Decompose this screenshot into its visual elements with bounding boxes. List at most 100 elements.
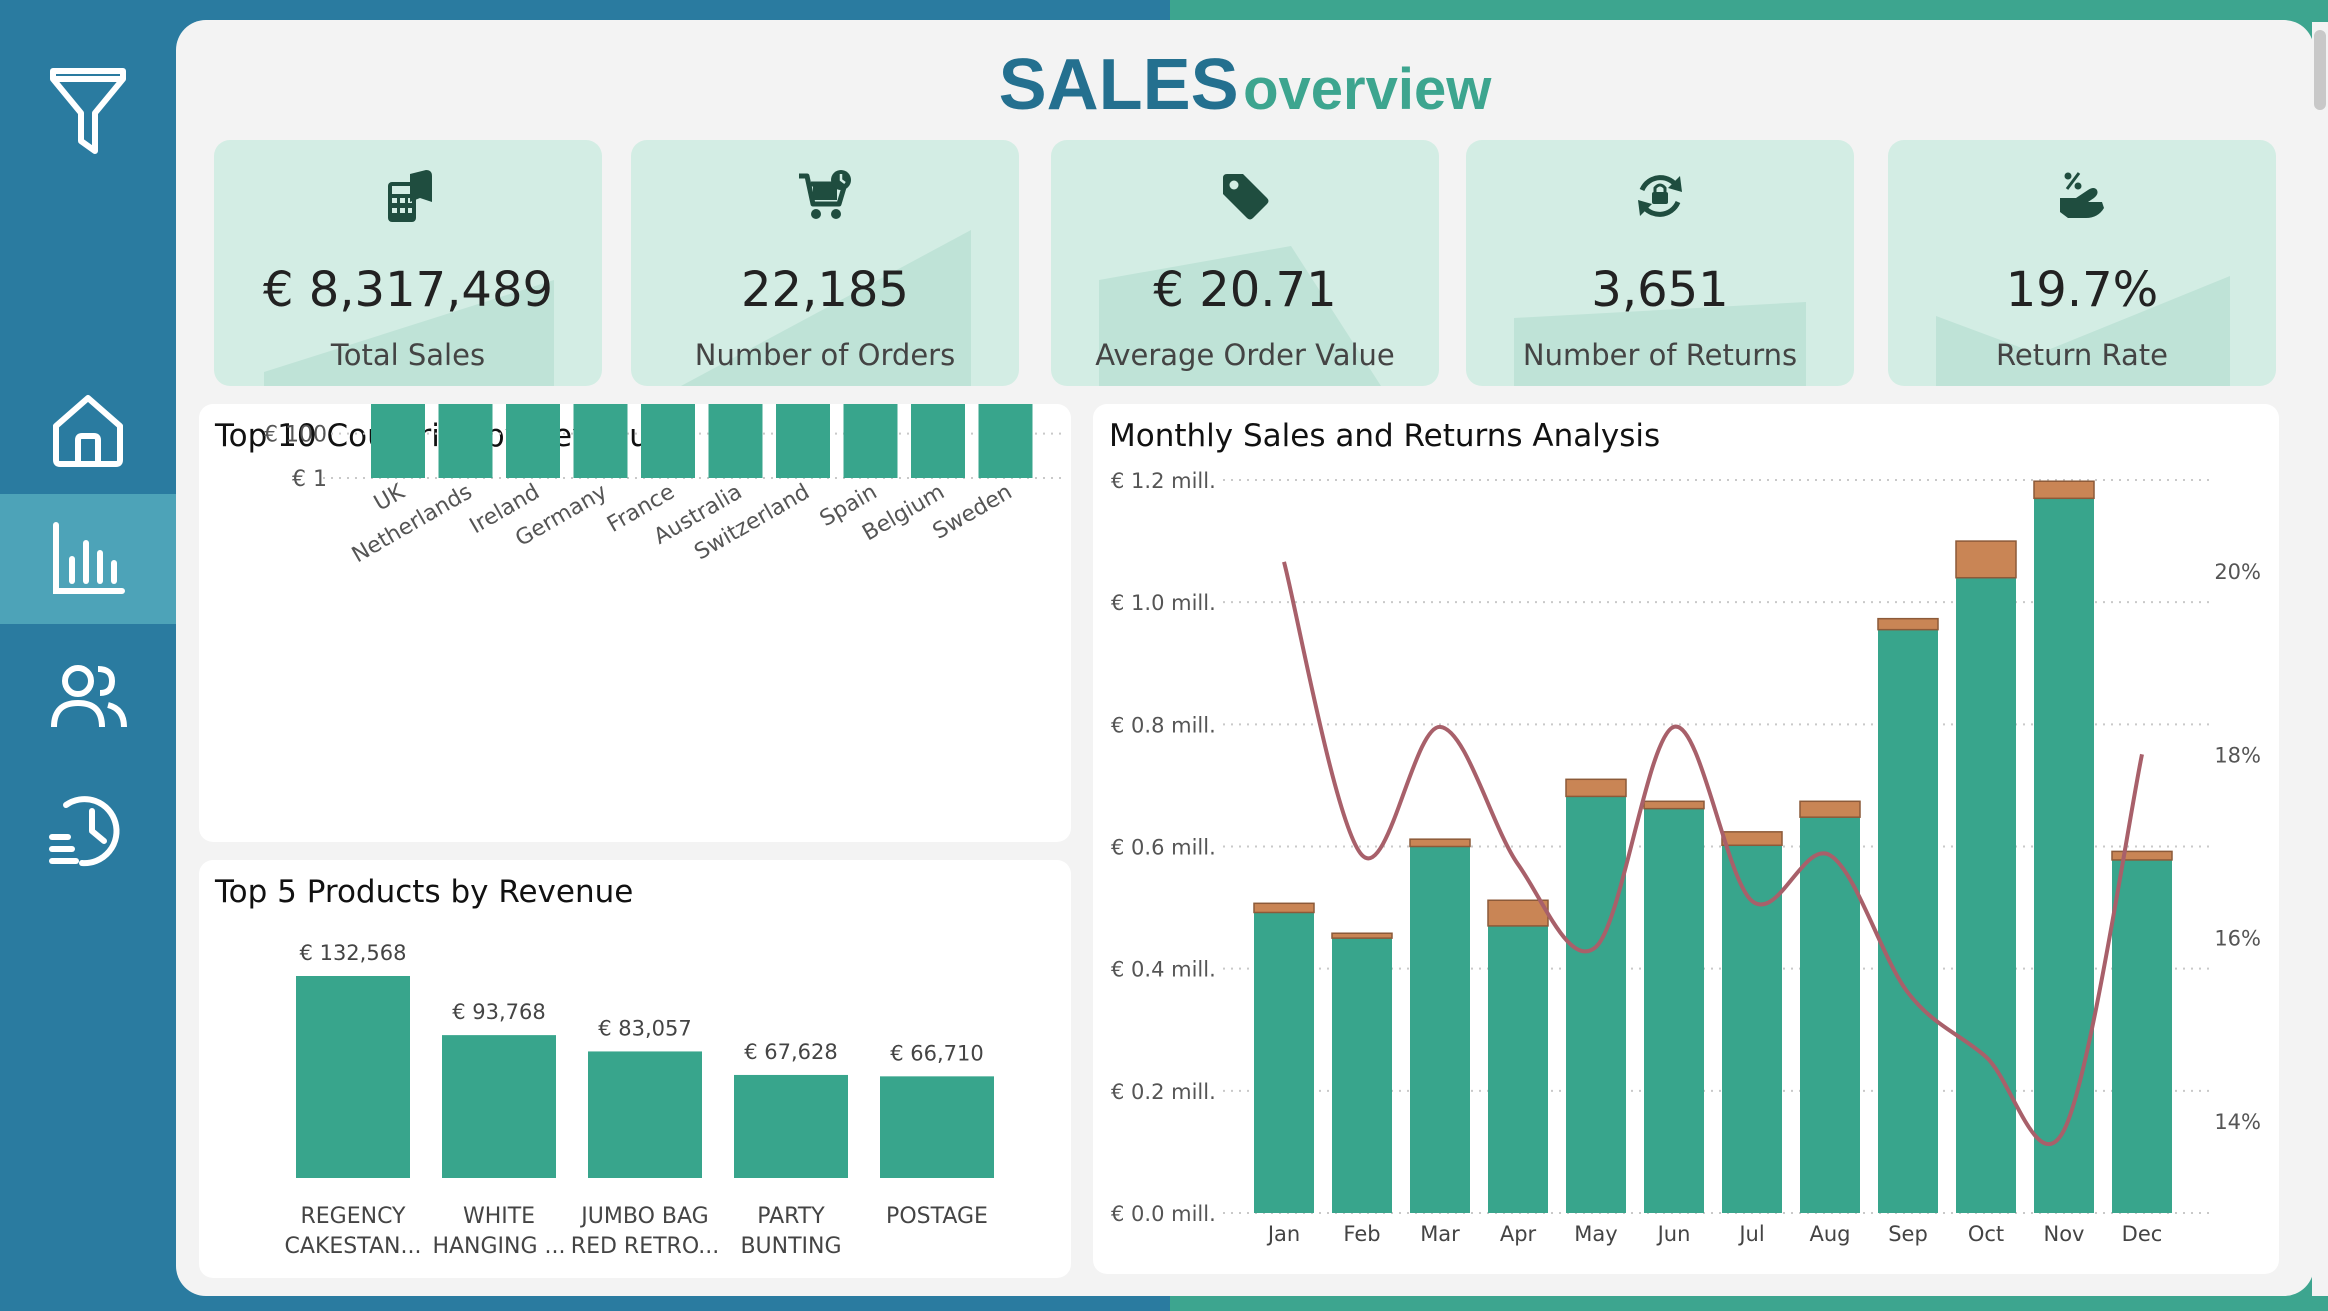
bar-sales (2112, 859, 2172, 1213)
bar (978, 404, 1033, 478)
y-tick-label: € 1 (292, 467, 327, 492)
bar-returns (1721, 831, 1783, 847)
bar-sales (2034, 498, 2094, 1213)
bar-sales (1566, 796, 1626, 1213)
bar-sales (1878, 629, 1938, 1213)
y-tick-label: € 0.4 mill. (1111, 958, 1216, 982)
x-tick-label: Mar (1420, 1222, 1460, 1246)
home-icon (53, 395, 123, 467)
y2-tick-label: 16% (2214, 927, 2261, 951)
y2-tick-label: 18% (2214, 743, 2261, 767)
products-panel: Top 5 Products by Revenue € 132,568 REGEN… (199, 860, 1071, 1278)
kpi-average-order-value: € 20.71 Average Order Value (1051, 140, 1439, 386)
bar-returns (1877, 617, 1939, 631)
y-tick-label: € 0.2 mill. (1111, 1080, 1216, 1104)
x-tick-label: Aug (1809, 1222, 1850, 1246)
history-button[interactable] (0, 764, 176, 894)
bar-sales (1644, 808, 1704, 1213)
bar (442, 1035, 556, 1178)
bar (641, 404, 695, 478)
data-label: € 67,628 (744, 1040, 838, 1064)
customers-button[interactable] (0, 630, 176, 760)
kpi-label: Return Rate (1996, 338, 2168, 372)
home-button[interactable] (0, 365, 176, 495)
bar (843, 404, 898, 478)
kpi-label: Total Sales (330, 338, 486, 372)
kpi-number-of-orders: 22,185 Number of Orders (631, 140, 1019, 386)
kpi-label: Number of Returns (1522, 338, 1798, 372)
x-tick-label: Feb (1343, 1222, 1380, 1246)
bar (438, 404, 493, 478)
bar-sales (1332, 938, 1392, 1213)
y-tick-label: € 0.8 mill. (1111, 713, 1216, 737)
bar (880, 1076, 994, 1178)
bar-returns (1487, 899, 1549, 927)
bar-sales (1254, 912, 1314, 1213)
x-tick-label: HANGING ... (432, 1234, 565, 1259)
monthly-chart: € 0.0 mill. € 0.2 mill. € 0.4 mill. € 0.6 m… (1111, 469, 2261, 1246)
y-tick-label: € 0.6 mill. (1111, 836, 1216, 860)
bar (911, 404, 965, 478)
calculator-icon (388, 170, 432, 222)
page-title: SALES overview (176, 44, 2314, 126)
chart-icon (53, 522, 125, 594)
data-label: € 66,710 (890, 1041, 984, 1065)
bar-returns (1955, 540, 2017, 579)
bar-sales (1956, 577, 2016, 1213)
reports-button[interactable] (0, 494, 176, 624)
x-tick-label: CAKESTAN... (285, 1234, 422, 1259)
bar (296, 976, 410, 1178)
kpi-label: Number of Orders (694, 338, 956, 372)
bar (708, 404, 763, 478)
kpi-value: 22,185 (741, 262, 909, 318)
filter-button[interactable] (0, 46, 176, 176)
hand-percent-icon (2060, 172, 2104, 218)
bar (371, 404, 425, 478)
bar-returns (1799, 800, 1861, 818)
kpi-value: € 20.71 (1153, 262, 1337, 318)
bar-returns (1643, 800, 1705, 810)
x-tick-label: BUNTING (740, 1234, 841, 1259)
bar-returns (1331, 932, 1393, 939)
x-tick-label: Dec (2122, 1222, 2163, 1246)
y-tick-label: € 0.0 mill. (1111, 1202, 1216, 1226)
kpi-total-sales: € 8,317,489 Total Sales (214, 140, 602, 386)
data-label: € 83,057 (598, 1016, 692, 1040)
kpi-return-rate: 19.7% Return Rate (1888, 140, 2276, 386)
scrollbar-track[interactable] (2312, 22, 2328, 1296)
x-tick-label: Netherlands (348, 480, 477, 569)
x-tick-label: POSTAGE (886, 1204, 988, 1229)
cart-icon (799, 170, 851, 219)
bar (588, 1051, 702, 1178)
x-tick-label: WHITE (463, 1204, 535, 1229)
bar (776, 404, 830, 478)
filter-icon (50, 68, 126, 154)
bar-returns (1253, 902, 1315, 914)
countries-chart: € 1€ 100€ 10,000€ 1,000,000UKNetherlands… (264, 404, 1061, 569)
x-tick-label: Jul (1737, 1222, 1764, 1246)
title-sub: overview (1243, 57, 1492, 122)
kpi-value: 3,651 (1591, 262, 1729, 318)
y-tick-label: € 100 (264, 423, 327, 448)
bar (506, 404, 560, 478)
y2-tick-label: 20% (2214, 560, 2261, 584)
x-tick-label: Apr (1500, 1222, 1537, 1246)
x-tick-label: RED RETRO... (571, 1234, 719, 1259)
x-tick-label: REGENCY (300, 1204, 406, 1229)
bar (734, 1074, 848, 1178)
x-tick-label: Jun (1656, 1222, 1691, 1246)
bar-returns (1565, 778, 1627, 798)
history-icon (49, 796, 120, 867)
sidebar (0, 0, 176, 1311)
products-chart: € 132,568 REGENCY CAKESTAN... € 93,768 WHITE… (285, 941, 994, 1259)
countries-panel: Top 10 Countries by Revenue € 1€ 100€ 10… (199, 404, 1071, 842)
y-tick-label: € 1.2 mill. (1111, 469, 1216, 493)
scrollbar-thumb[interactable] (2314, 30, 2326, 110)
bar-sales (1488, 925, 1548, 1213)
x-tick-label: Sep (1888, 1222, 1928, 1246)
bar-returns (2111, 850, 2173, 861)
bar-returns (2033, 480, 2095, 500)
x-tick-label: May (1574, 1222, 1617, 1246)
bar (573, 404, 628, 478)
bar-sales (1410, 846, 1470, 1213)
